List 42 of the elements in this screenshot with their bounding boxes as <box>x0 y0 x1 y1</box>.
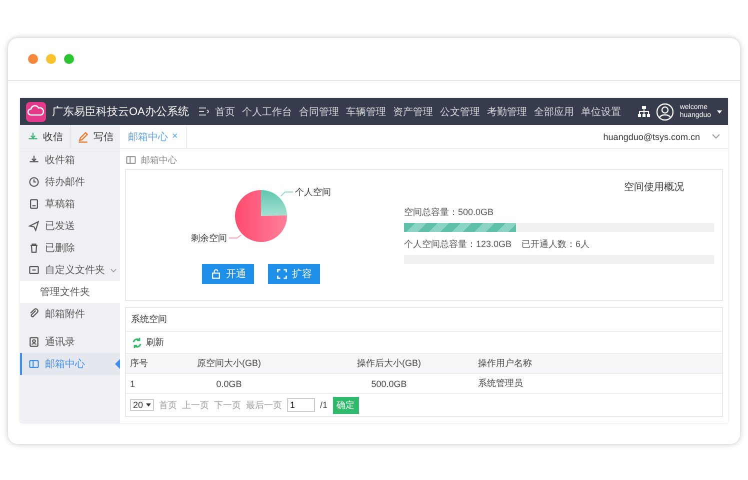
column-header: 序号 <box>129 357 149 370</box>
stat-text: 个人空间总容量：123.0GB <box>404 238 512 251</box>
stat-text: 已开通人数：6人 <box>522 238 590 251</box>
sidebar-item[interactable]: 自定义文件夹 <box>20 259 120 281</box>
nav-link[interactable]: 公文管理 <box>440 104 480 118</box>
table-cell-text: 1 <box>129 378 136 388</box>
sidebar-item[interactable]: 已删除 <box>20 237 120 259</box>
nav-link[interactable]: 单位设置 <box>580 104 621 118</box>
sidebar-item[interactable]: 管理文件夹 <box>20 281 120 303</box>
nav-link[interactable]: 资产管理 <box>392 104 433 118</box>
nav-link[interactable]: 全部应用 <box>534 104 574 118</box>
sidebar-item[interactable]: 收件箱 <box>20 149 120 171</box>
sidebar-item[interactable]: 草稿箱 <box>20 193 120 215</box>
sidebar-item[interactable]: 通讯录 <box>20 331 120 353</box>
section-title: 系统空间 <box>126 308 722 332</box>
activate-button[interactable]: 开通 <box>202 264 254 284</box>
app-title: 广东易臣科技云OA办公系统 <box>52 104 189 119</box>
refresh-link[interactable]: 刷新 <box>146 336 164 349</box>
chart-label: 个人空间 <box>295 187 331 197</box>
nav-link[interactable]: 合同管理 <box>298 104 339 118</box>
sidebar-item[interactable]: 邮箱附件 <box>20 303 120 325</box>
page-total: /1 <box>320 400 328 410</box>
table-cell-text: 500.0GB <box>370 378 408 388</box>
column-header: 原空间大小(GB) <box>196 357 262 370</box>
nav-link[interactable]: 首页 <box>214 104 235 118</box>
table-cell-text: 系统管理员 <box>477 377 524 390</box>
sidebar-item[interactable]: 已发送 <box>20 215 120 237</box>
column-header: 操作后大小(GB) <box>356 357 422 370</box>
column-header: 操作用户名称 <box>477 357 533 370</box>
expand-button[interactable]: 扩容 <box>268 264 320 284</box>
chart-label: 剩余空间 <box>191 233 227 243</box>
page-input[interactable]: 1 <box>287 398 316 412</box>
nav-link[interactable]: 考勤管理 <box>486 104 527 118</box>
nav-link[interactable]: 个人工作台 <box>242 104 292 118</box>
table-cell-text: 0.0GB <box>215 378 243 388</box>
account-email: huangduo@tsys.com.cn <box>603 132 700 142</box>
breadcrumb: 邮箱中心 <box>141 154 177 166</box>
page-size-select[interactable]: 20 <box>130 399 154 411</box>
sidebar-item[interactable]: 待办邮件 <box>20 171 120 193</box>
stat-text: 空间总容量：500.0GB <box>404 206 494 219</box>
section-title: 空间使用概况 <box>624 180 684 194</box>
nav-link[interactable]: 车辆管理 <box>346 104 386 118</box>
